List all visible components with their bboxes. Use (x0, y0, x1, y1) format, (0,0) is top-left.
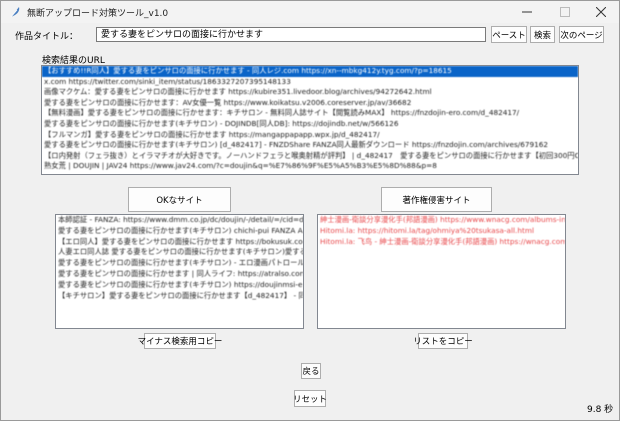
results-listbox[interactable]: 【おすすめ!!R同人】愛する妻をピンサロの面接に行かせます - 同人レジ.com… (41, 65, 579, 175)
title-label: 作品タイトル： (15, 32, 79, 42)
minimize-icon (522, 11, 532, 13)
list-item[interactable]: 愛する妻をピンサロの面接に行かせます(キチサロン) [d_482417] - F… (42, 140, 578, 151)
back-button[interactable]: 戻る (301, 363, 321, 379)
close-button[interactable] (583, 1, 619, 23)
infringing-site-button[interactable]: 著作権侵害サイト (381, 187, 492, 212)
list-item[interactable]: 愛する妻をピンサロの面接に行かせます | 同人ライフ: https://atra… (56, 269, 303, 280)
list-item[interactable]: 紳士漫画-衛談分享漫化手(邦語漫画) https://www.wnacg.com… (318, 215, 565, 226)
list-item[interactable]: Hitomi.la: 飞鸟 - 紳士漫画-衛談分享漫化手(邦語漫画) https… (318, 237, 565, 248)
window-title: 無断アップロード対策ツール_v1.0 (27, 9, 169, 19)
list-item[interactable]: 【無料漫画】愛する妻をピンサロの面接に行かせます：キチサロン - 無料同人誌サイ… (42, 108, 578, 119)
list-item[interactable]: 【おすすめ!!R同人】愛する妻をピンサロの面接に行かせます - 同人レジ.com… (42, 66, 578, 77)
list-item[interactable]: 【エロ同人】愛する妻をピンサロの面接に行かせます https://bokusuk… (56, 237, 303, 248)
list-item[interactable]: 画像マクケム：愛する妻をピンサロの面接に行かせます https://kubire… (42, 87, 578, 98)
list-item[interactable]: 本師認証 - FANZA: https://www.dmm.co.jp/dc/d… (56, 215, 303, 226)
search-button[interactable]: 検索 (530, 26, 555, 43)
maximize-button[interactable] (547, 1, 583, 23)
title-bar: 無断アップロード対策ツール_v1.0 (1, 1, 619, 23)
list-item[interactable]: 愛する妻をピンサロの面接に行かせます(キチサロン) - DOJINDB[同人DB… (42, 119, 578, 130)
reset-button[interactable]: リセット (293, 390, 327, 407)
list-item[interactable]: 人妻エロ同人誌 愛する妻をピンサロの面接に行かせます(キチサロン)愛する妻をピン… (56, 247, 303, 258)
infringing-sites-listbox[interactable]: 紳士漫画-衛談分享漫化手(邦語漫画) https://www.wnacg.com… (317, 214, 566, 329)
ok-site-button[interactable]: OKなサイト (128, 187, 231, 212)
list-item[interactable]: 【フルマンガ】愛する妻をピンサロの面接に行かせます https://mangap… (42, 130, 578, 141)
maximize-icon (560, 7, 570, 17)
paste-button[interactable]: ペースト (491, 26, 527, 43)
feather-icon (10, 7, 20, 18)
close-icon (596, 7, 606, 17)
list-item[interactable]: x.com https://twitter.com/sinki_item/sta… (42, 77, 578, 88)
minus-search-copy-button[interactable]: マイナス検索用コピー (138, 333, 222, 349)
list-item[interactable]: 愛する妻をピンサロの面接に行かせます(キチサロン) chichi-pui FAN… (56, 226, 303, 237)
app-window: 無断アップロード対策ツール_v1.0 作品タイトル： 愛する妻をピンサロの面接に… (0, 0, 620, 421)
minimize-button[interactable] (509, 1, 545, 23)
list-item[interactable]: 【ロ内発射（フェラ抜き）とイラマチオが大好きです。ノーハンドフェラと喉奥射精が評… (42, 151, 578, 162)
copy-list-button[interactable]: リストをコピー (413, 333, 473, 349)
elapsed-time: 9.8 秒 (587, 405, 614, 415)
title-input[interactable]: 愛する妻をピンサロの面接に行かせます (96, 27, 486, 42)
list-item[interactable]: 愛する妻をピンサロの面接に行かせます(キチサロン) - エロ漫画パトロール: h… (56, 258, 303, 269)
list-item[interactable]: 愛する妻をピンサロの面接に行かせます：AV女優一覧 https://www.ko… (42, 98, 578, 109)
next-page-button[interactable]: 次のページ (559, 26, 604, 43)
list-item[interactable]: 熟女荒 | DOUJIN | JAV24 https://www.jav24.c… (42, 161, 578, 172)
list-item[interactable]: 【キチサロン】愛する妻をピンサロの面接に行かせます【d_482417】 - 同人… (56, 291, 303, 302)
ok-sites-listbox[interactable]: 本師認証 - FANZA: https://www.dmm.co.jp/dc/d… (55, 214, 304, 329)
list-item[interactable]: 愛する妻をピンサロの面接に行かせます(キチサロン) https://doujin… (56, 280, 303, 291)
list-item[interactable]: Hitomi.la: https://hitomi.la/tag/ohmiya%… (318, 226, 565, 237)
